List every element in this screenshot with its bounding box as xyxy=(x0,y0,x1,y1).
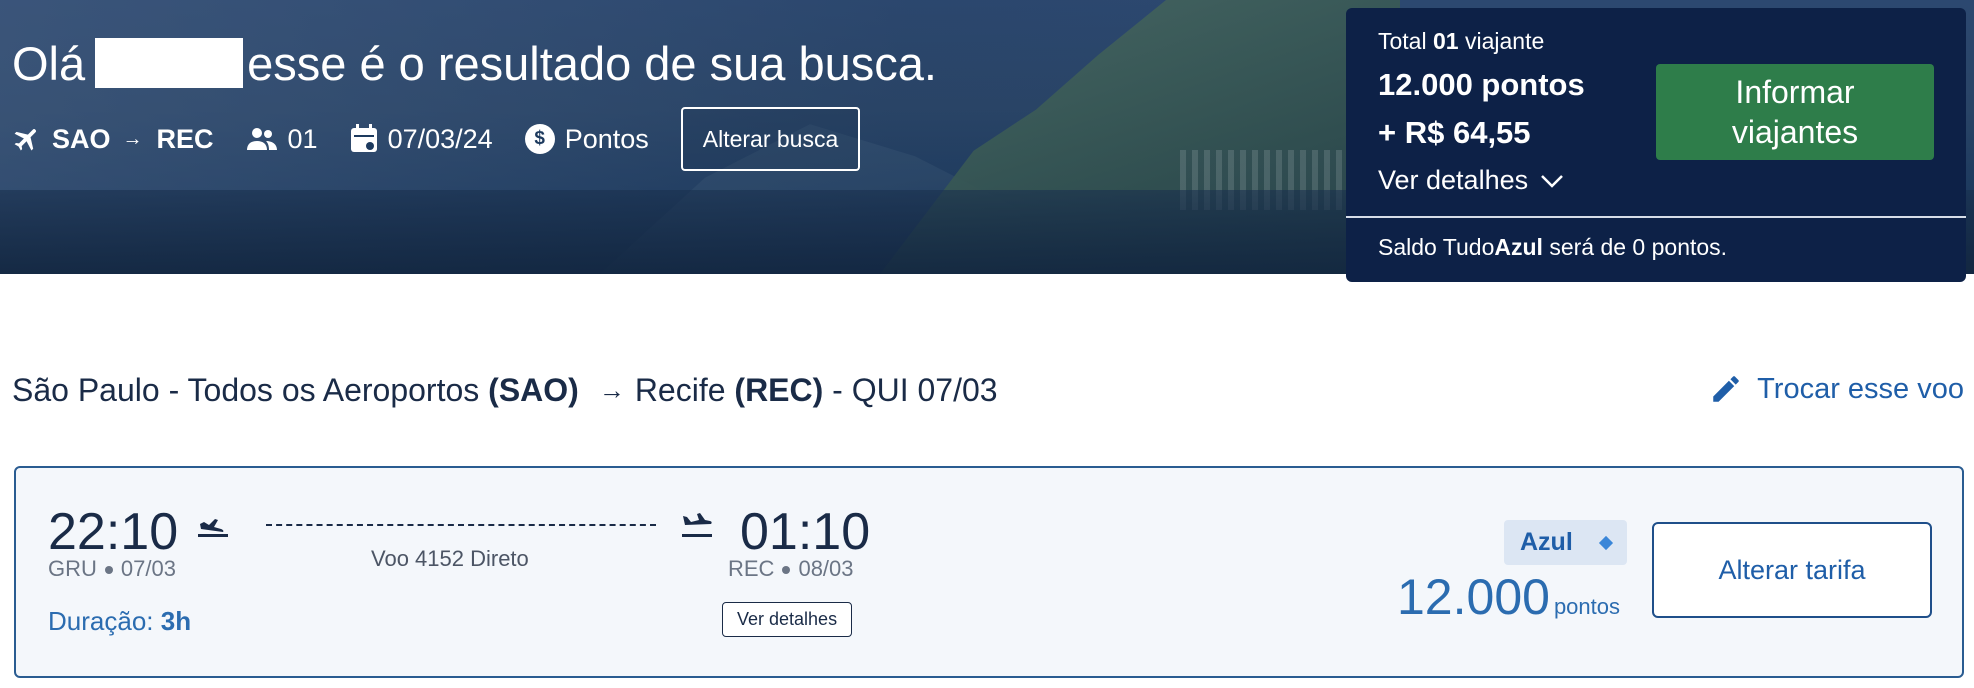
price-unit: pontos xyxy=(1553,594,1620,619)
arrival-info: REC 08/03 xyxy=(728,556,854,582)
booking-summary-card: Total 01 viajante 12.000 pontos + R$ 64,… xyxy=(1346,8,1966,282)
chevron-down-icon xyxy=(1541,174,1563,188)
search-destination: REC xyxy=(156,123,214,154)
duration-label: Duração: xyxy=(48,606,154,636)
flight-details-button[interactable]: Ver detalhes xyxy=(722,602,853,637)
summary-divider xyxy=(1346,216,1966,218)
takeoff-icon xyxy=(196,510,230,545)
swap-flight-link[interactable]: Trocar esse voo xyxy=(1709,372,1964,406)
arrow-right-icon: → xyxy=(122,127,143,150)
greeting-prefix: Olá xyxy=(12,37,86,90)
total-count: 01 xyxy=(1432,28,1459,54)
airplane-icon xyxy=(12,124,42,154)
fare-name: Azul xyxy=(1520,528,1573,556)
search-passengers: 01 xyxy=(287,123,318,154)
route-segment: SAO → REC xyxy=(12,124,214,155)
arrival-time: 01:10 xyxy=(740,503,871,561)
bullet-icon xyxy=(782,566,791,575)
payment-segment: $ Pontos xyxy=(524,123,649,155)
fare-price: 12.000 pontos xyxy=(1397,568,1620,626)
total-suffix: viajante xyxy=(1464,28,1545,54)
route-heading: São Paulo - Todos os Aeroportos (SAO) → … xyxy=(12,372,998,409)
summary-details-toggle[interactable]: Ver detalhes xyxy=(1378,165,1585,196)
departure-time: 22:10 xyxy=(48,503,179,561)
summary-details-label: Ver detalhes xyxy=(1378,165,1529,195)
total-travelers: Total 01 viajante xyxy=(1378,28,1585,55)
flight-path-line xyxy=(266,524,656,526)
saldo-prefix: Saldo Tudo xyxy=(1378,234,1495,260)
search-date: 07/03/24 xyxy=(387,123,493,154)
departure-date: 07/03 xyxy=(120,556,176,581)
departure-info: GRU 07/03 xyxy=(48,556,176,582)
total-money: + R$ 64,55 xyxy=(1378,115,1531,150)
total-prefix: Total xyxy=(1378,28,1427,54)
route-date: - QUI 07/03 xyxy=(832,372,998,408)
greeting-heading: Olá esse é o resultado de sua busca. xyxy=(12,36,937,91)
arrow-right-icon: → xyxy=(598,375,625,405)
price-value: 12.000 xyxy=(1397,569,1550,625)
greeting-suffix: esse é o resultado de sua busca. xyxy=(247,37,937,90)
arrival-date: 08/03 xyxy=(798,556,854,581)
alter-search-button[interactable]: Alterar busca xyxy=(680,107,861,171)
date-segment: 07/03/24 xyxy=(350,124,493,155)
search-origin: SAO xyxy=(52,123,111,154)
change-fare-button[interactable]: Alterar tarifa xyxy=(1652,522,1932,618)
swap-flight-label: Trocar esse voo xyxy=(1757,372,1964,405)
duration-value: 3h xyxy=(160,606,192,636)
route-dest-city: Recife xyxy=(634,372,726,408)
saldo-brand: Azul xyxy=(1494,234,1543,260)
route-origin-city: São Paulo - Todos os Aeroportos xyxy=(12,372,480,408)
flight-number: Voo 4152 Direto xyxy=(371,546,529,571)
pencil-icon xyxy=(1713,376,1739,402)
route-origin-code: (SAO) xyxy=(488,372,579,408)
dollar-coin-icon: $ xyxy=(524,124,555,154)
passengers-segment: 01 xyxy=(246,124,318,155)
calendar-icon xyxy=(350,124,378,154)
flight-duration: Duração: 3h xyxy=(48,606,191,637)
balance-note: Saldo TudoAzul será de 0 pontos. xyxy=(1378,234,1727,261)
saldo-suffix: será de 0 pontos. xyxy=(1549,234,1728,260)
fare-badge: Azul xyxy=(1504,520,1627,565)
departure-airport: GRU xyxy=(48,556,97,581)
inform-travelers-button[interactable]: Informar viajantes xyxy=(1656,64,1934,160)
bullet-icon xyxy=(104,566,113,575)
search-payment: Pontos xyxy=(564,123,649,154)
total-points: 12.000 pontos xyxy=(1378,67,1585,102)
people-icon xyxy=(246,126,278,152)
inform-line1: Informar xyxy=(1735,74,1855,110)
route-dest-code: (REC) xyxy=(734,372,824,408)
search-summary-bar: SAO → REC 01 07/03/24 $ Pontos Alterar b… xyxy=(12,107,861,171)
landing-icon xyxy=(680,510,714,545)
summary-totals: Total 01 viajante 12.000 pontos + R$ 64,… xyxy=(1378,28,1585,196)
diamond-icon xyxy=(1598,535,1613,550)
redacted-name-box xyxy=(95,38,244,88)
flight-card: 22:10 GRU 07/03 Voo 4152 Direto 01:10 REC… xyxy=(14,466,1964,678)
inform-line2: viajantes xyxy=(1731,114,1859,150)
arrival-airport: REC xyxy=(728,556,775,581)
